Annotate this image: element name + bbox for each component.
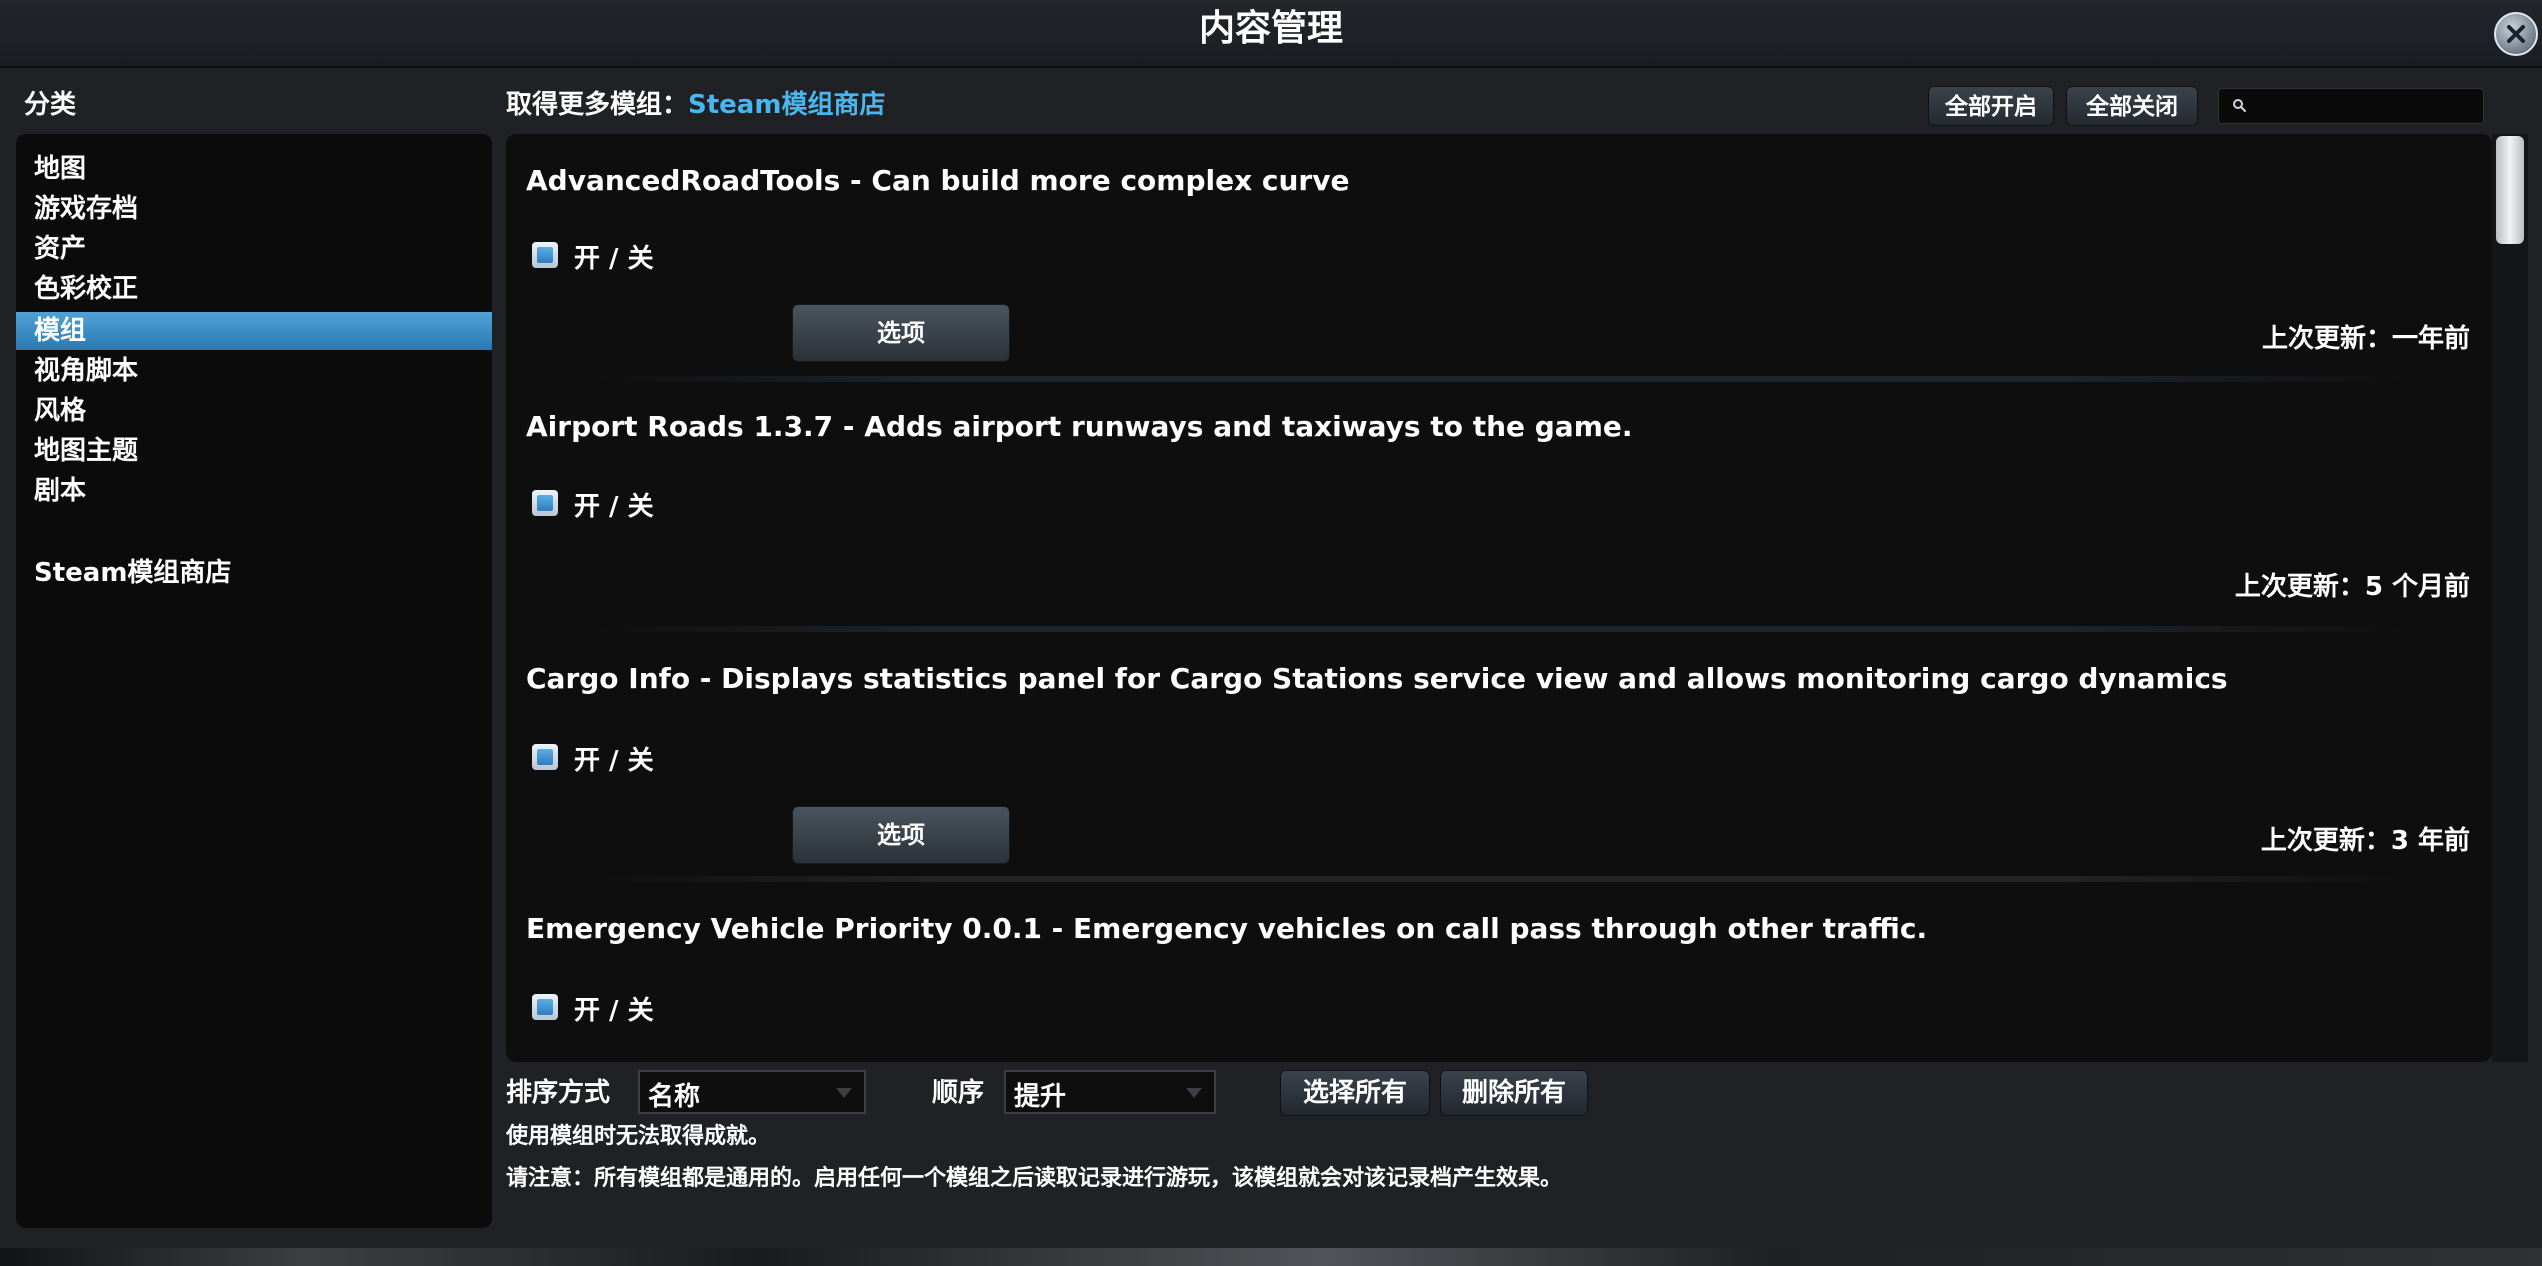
sidebar-item-mods[interactable]: 模组 bbox=[16, 312, 492, 350]
get-more-mods: 取得更多模组：Steam模组商店 bbox=[506, 84, 885, 121]
mod-enable-checkbox[interactable] bbox=[532, 994, 558, 1020]
mod-divider bbox=[586, 876, 2412, 882]
select-all-button[interactable]: 选择所有 bbox=[1280, 1070, 1430, 1116]
mod-last-updated: 上次更新：3 年前 bbox=[2260, 826, 2470, 856]
window-title: 内容管理 bbox=[1198, 8, 1343, 49]
achievement-note: 使用模组时无法取得成就。 bbox=[506, 1124, 771, 1149]
mod-title: Airport Roads 1.3.7 - Adds airport runwa… bbox=[526, 410, 1633, 443]
steam-workshop-link[interactable]: Steam模组商店 bbox=[688, 90, 885, 120]
mod-last-updated: 上次更新：一年前 bbox=[2261, 324, 2470, 354]
mod-toggle-label: 开 / 关 bbox=[574, 746, 654, 776]
content-manager-window: 内容管理 分类 地图 游戏存档 资产 色彩校正 模组 视角脚本 风格 地图主题 … bbox=[0, 0, 2542, 1266]
scrollbar-thumb[interactable] bbox=[2496, 136, 2524, 244]
order-value: 提升 bbox=[1014, 1082, 1067, 1112]
mod-toggle-label: 开 / 关 bbox=[574, 244, 654, 274]
mod-last-updated: 上次更新：5 个月前 bbox=[2234, 572, 2470, 602]
search-input[interactable] bbox=[2255, 91, 2477, 121]
sidebar-item-savegames[interactable]: 游戏存档 bbox=[16, 190, 492, 228]
sidebar-item-color-correction[interactable]: 色彩校正 bbox=[16, 270, 492, 308]
mod-item: Airport Roads 1.3.7 - Adds airport runwa… bbox=[506, 384, 2492, 634]
sidebar-item-scenarios[interactable]: 剧本 bbox=[16, 472, 492, 510]
sort-by-dropdown[interactable]: 名称 bbox=[638, 1070, 866, 1114]
mod-title: AdvancedRoadTools - Can build more compl… bbox=[526, 164, 1350, 197]
mod-title: Emergency Vehicle Priority 0.0.1 - Emerg… bbox=[526, 912, 1928, 945]
mod-enable-checkbox[interactable] bbox=[532, 744, 558, 770]
close-button[interactable] bbox=[2494, 12, 2538, 56]
background-strip bbox=[0, 1248, 2542, 1266]
mod-toggle-label: 开 / 关 bbox=[574, 996, 654, 1026]
disable-all-button[interactable]: 全部关闭 bbox=[2066, 86, 2198, 126]
sidebar-item-map-themes[interactable]: 地图主题 bbox=[16, 432, 492, 470]
mod-divider bbox=[586, 376, 2412, 382]
chevron-down-icon bbox=[836, 1088, 852, 1098]
mod-options-button[interactable]: 选项 bbox=[792, 304, 1010, 362]
sidebar-steam-workshop-link[interactable]: Steam模组商店 bbox=[16, 554, 492, 592]
mod-list: AdvancedRoadTools - Can build more compl… bbox=[506, 134, 2492, 1062]
chevron-down-icon bbox=[1186, 1088, 1202, 1098]
sidebar-item-cinematic-cameras[interactable]: 视角脚本 bbox=[16, 352, 492, 390]
sidebar-item-maps[interactable]: 地图 bbox=[16, 150, 492, 188]
mod-usage-note: 请注意：所有模组都是通用的。启用任何一个模组之后读取记录进行游玩，该模组就会对该… bbox=[506, 1166, 1563, 1191]
order-label: 顺序 bbox=[932, 1078, 985, 1108]
mod-title: Cargo Info - Displays statistics panel f… bbox=[526, 662, 2228, 695]
category-sidebar: 地图 游戏存档 资产 色彩校正 模组 视角脚本 风格 地图主题 剧本 Steam… bbox=[16, 134, 492, 1228]
close-icon bbox=[2507, 25, 2525, 43]
order-dropdown[interactable]: 提升 bbox=[1004, 1070, 1216, 1114]
sidebar-item-assets[interactable]: 资产 bbox=[16, 230, 492, 268]
enable-all-button[interactable]: 全部开启 bbox=[1928, 86, 2054, 126]
sort-by-value: 名称 bbox=[648, 1082, 701, 1112]
sort-by-label: 排序方式 bbox=[506, 1078, 611, 1108]
category-header: 分类 bbox=[24, 90, 77, 120]
mod-item: Cargo Info - Displays statistics panel f… bbox=[506, 634, 2492, 884]
mod-list-scrollbar[interactable] bbox=[2492, 134, 2528, 1062]
search-icon bbox=[2233, 99, 2246, 112]
search-box[interactable] bbox=[2218, 88, 2484, 124]
sidebar-item-styles[interactable]: 风格 bbox=[16, 392, 492, 430]
mod-item: Emergency Vehicle Priority 0.0.1 - Emerg… bbox=[506, 884, 2492, 1062]
title-bar: 内容管理 bbox=[0, 0, 2542, 68]
mod-item: AdvancedRoadTools - Can build more compl… bbox=[506, 134, 2492, 384]
mod-divider bbox=[586, 626, 2412, 632]
get-more-prefix: 取得更多模组： bbox=[506, 90, 689, 120]
mod-toggle-label: 开 / 关 bbox=[574, 492, 654, 522]
mod-options-button[interactable]: 选项 bbox=[792, 806, 1010, 864]
delete-all-button[interactable]: 删除所有 bbox=[1440, 1070, 1588, 1116]
mod-enable-checkbox[interactable] bbox=[532, 490, 558, 516]
mod-enable-checkbox[interactable] bbox=[532, 242, 558, 268]
